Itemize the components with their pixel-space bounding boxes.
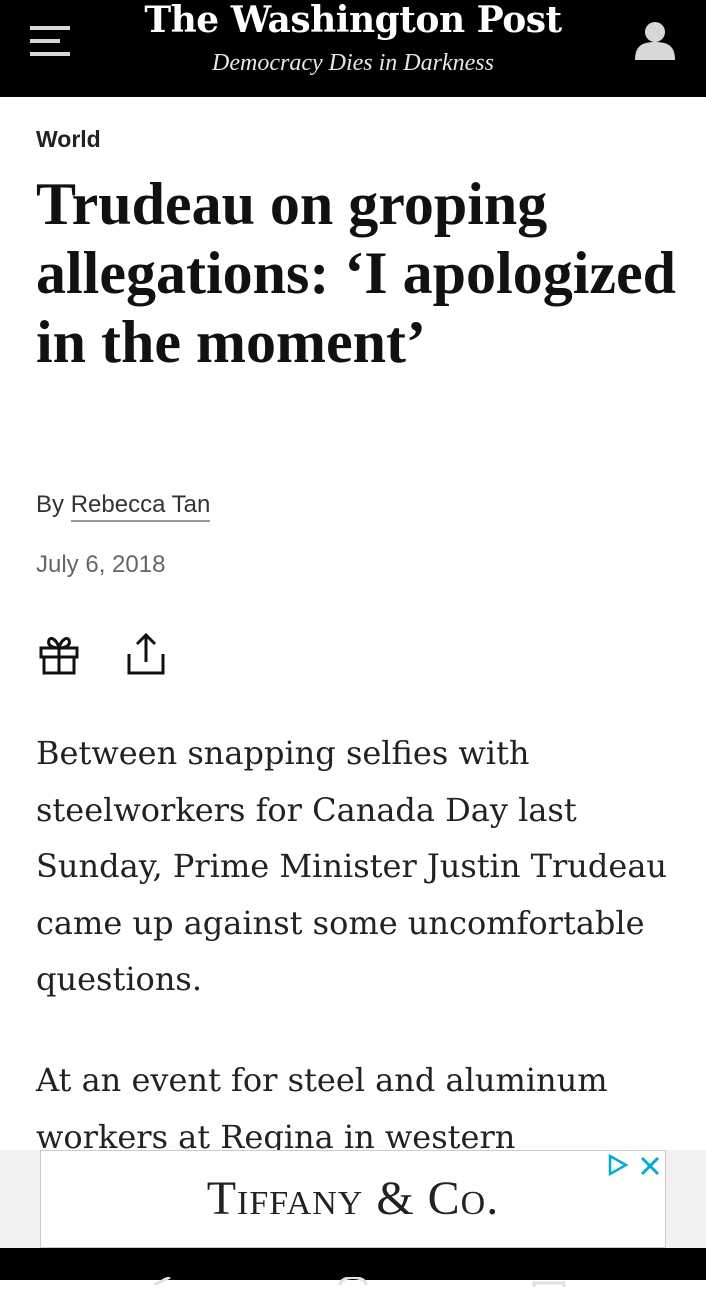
article-paragraph: Between snapping selfies with steelworke… bbox=[36, 734, 668, 998]
article-paragraph: At an event for steel and aluminum worke… bbox=[36, 1061, 608, 1156]
ad-banner-container: Tiffany & Co. bbox=[0, 1150, 706, 1248]
gift-icon[interactable] bbox=[38, 634, 80, 676]
play-triangle-icon[interactable] bbox=[606, 1153, 630, 1177]
byline-prefix: By bbox=[36, 491, 65, 518]
author-link[interactable]: Rebecca Tan bbox=[70, 491, 211, 522]
byline: By Rebecca Tan bbox=[36, 490, 211, 522]
article-headline: Trudeau on groping allegations: ‘I apolo… bbox=[36, 171, 676, 375]
ad-banner[interactable]: Tiffany & Co. bbox=[40, 1150, 666, 1248]
home-icon[interactable] bbox=[338, 1272, 368, 1286]
back-icon[interactable] bbox=[150, 1272, 174, 1287]
user-icon[interactable] bbox=[634, 20, 676, 60]
recents-icon[interactable] bbox=[532, 1274, 566, 1291]
site-logo[interactable]: The Washington Post bbox=[0, 0, 706, 40]
close-icon[interactable] bbox=[638, 1154, 662, 1178]
publish-date: July 6, 2018 bbox=[36, 551, 166, 578]
share-icon[interactable] bbox=[124, 632, 168, 676]
section-label[interactable]: World bbox=[36, 125, 101, 153]
top-header: The Washington Post Democracy Dies in Da… bbox=[0, 0, 706, 97]
system-nav-bar bbox=[0, 1248, 706, 1291]
site-tagline: Democracy Dies in Darkness bbox=[212, 50, 494, 76]
ad-brand-logo: Tiffany & Co. bbox=[206, 1172, 500, 1225]
